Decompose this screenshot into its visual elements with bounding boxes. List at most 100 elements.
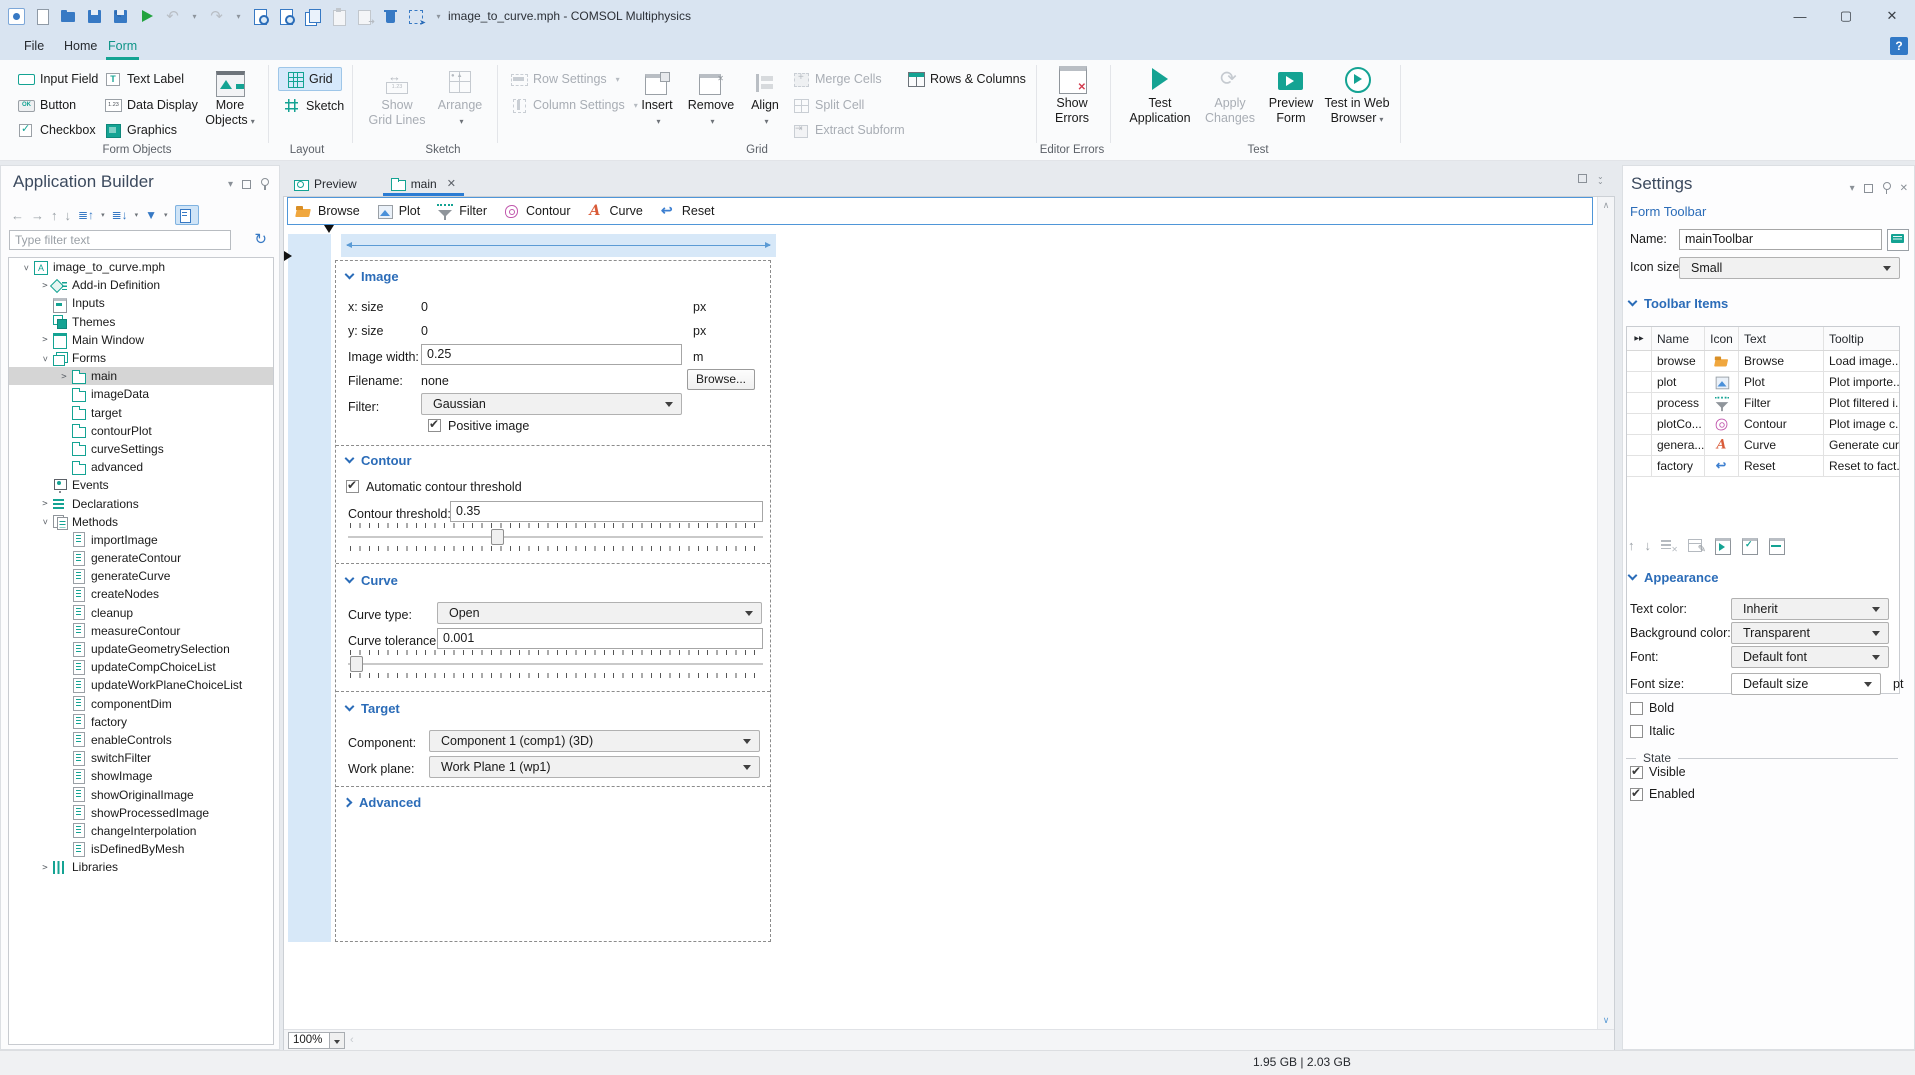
form-toolbar-object[interactable]: Browse Plot Filter Contour A Curve ↩ Res… xyxy=(287,197,1593,225)
tree-item[interactable]: factory xyxy=(9,713,273,731)
ribbon-checkbox[interactable]: Checkbox xyxy=(18,120,96,140)
tree-item[interactable]: target xyxy=(9,404,273,422)
close-tab-icon[interactable]: ✕ xyxy=(447,177,456,190)
move-item-down-icon[interactable]: ↓ xyxy=(1645,538,1652,553)
curve-type-dropdown[interactable]: Open xyxy=(437,602,762,624)
ribbon-data-display[interactable]: Data Display xyxy=(105,95,198,115)
tree-item[interactable]: updateWorkPlaneChoiceList xyxy=(9,676,273,694)
cell-name[interactable]: browse xyxy=(1652,351,1705,371)
positive-image-checkbox[interactable] xyxy=(428,417,441,432)
tree-expander-icon[interactable] xyxy=(38,498,52,509)
font-dropdown[interactable]: Default font xyxy=(1731,646,1889,668)
tab-main[interactable]: main ✕ xyxy=(382,171,465,196)
cell-icon[interactable] xyxy=(1705,351,1739,371)
contour-threshold-field[interactable]: 0.35 xyxy=(450,501,763,522)
collapse-all-icon[interactable]: ≣↑ xyxy=(78,208,94,222)
go-back-icon[interactable]: ← xyxy=(11,208,24,223)
section-appearance[interactable]: Appearance xyxy=(1627,570,1718,585)
run-icon[interactable] xyxy=(138,8,155,25)
help-button[interactable]: ? xyxy=(1890,37,1908,55)
panel-menu-icon[interactable]: ▾ xyxy=(228,179,233,190)
move-up-icon[interactable]: ↑ xyxy=(51,208,58,223)
pin-icon[interactable] xyxy=(1882,182,1891,194)
cell-icon[interactable] xyxy=(1705,435,1739,455)
open-file-icon[interactable] xyxy=(60,8,77,25)
cell-text[interactable]: Contour xyxy=(1739,414,1824,434)
tree-item[interactable]: Methods xyxy=(9,513,273,531)
tree-item[interactable]: main xyxy=(9,367,273,386)
auto-threshold-checkbox[interactable] xyxy=(346,478,359,493)
customize-toolbar-icon[interactable] xyxy=(434,8,443,25)
tree-item[interactable]: enableControls xyxy=(9,731,273,749)
cell-name[interactable]: plot xyxy=(1652,372,1705,392)
curve-tolerance-field[interactable]: 0.001 xyxy=(437,628,763,649)
toolbar-items-row[interactable]: plot Plot Plot importe... xyxy=(1627,372,1899,393)
section-image[interactable]: Image xyxy=(344,269,399,284)
filter-dropdown[interactable]: Gaussian xyxy=(421,393,682,415)
close-button[interactable]: ✕ xyxy=(1869,0,1915,32)
row-marker-icon[interactable] xyxy=(284,251,292,261)
tree-filter-icon[interactable]: ▼ xyxy=(145,208,157,222)
edit-item-icon[interactable] xyxy=(1688,537,1706,555)
ribbon-text-label[interactable]: Text Label xyxy=(105,69,184,89)
italic-checkbox[interactable] xyxy=(1630,725,1643,738)
cell-text[interactable]: Reset xyxy=(1739,456,1824,476)
enabled-checkbox[interactable] xyxy=(1630,786,1643,801)
section-curve[interactable]: Curve xyxy=(344,573,398,588)
row-handle[interactable] xyxy=(1627,372,1652,392)
slider-thumb[interactable] xyxy=(350,656,363,672)
tree-item[interactable]: isDefinedByMesh xyxy=(9,840,273,858)
tree-item[interactable]: showOriginalImage xyxy=(9,785,273,803)
tab-preview[interactable]: Preview xyxy=(286,171,365,196)
tab-form[interactable]: Form xyxy=(104,32,141,60)
tree-item[interactable]: createNodes xyxy=(9,585,273,603)
grid-column-header[interactable] xyxy=(341,234,776,257)
form-toolbar-item[interactable]: Reset xyxy=(660,202,715,219)
tree-item[interactable]: Declarations xyxy=(9,494,273,512)
tree-item[interactable]: cleanup xyxy=(9,604,273,622)
slider-track[interactable] xyxy=(348,663,763,665)
tree-item[interactable]: Events xyxy=(9,476,273,494)
go-forward-icon[interactable]: → xyxy=(31,208,44,223)
tree-item[interactable]: updateGeometrySelection xyxy=(9,640,273,658)
cell-icon[interactable] xyxy=(1705,393,1739,413)
ribbon-input-field[interactable]: Input Field xyxy=(18,69,98,89)
section-advanced[interactable]: Advanced xyxy=(342,795,421,810)
text-color-dropdown[interactable]: Inherit xyxy=(1731,598,1889,620)
ribbon-rows-columns[interactable]: Rows & Columns xyxy=(908,69,1026,89)
row-handle[interactable] xyxy=(1627,435,1652,455)
float-panel-icon[interactable] xyxy=(1863,183,1873,193)
add-toggle-item-icon[interactable] xyxy=(1742,537,1759,555)
slider-thumb[interactable] xyxy=(491,529,504,545)
copy-icon[interactable] xyxy=(304,8,321,26)
tree-expander-icon[interactable] xyxy=(38,334,52,345)
redo-dropdown-icon[interactable] xyxy=(234,8,243,25)
vertical-scrollbar[interactable]: ∧ ∨ xyxy=(1597,197,1614,1029)
cell-tooltip[interactable]: Plot importe... xyxy=(1824,375,1899,389)
row-handle[interactable] xyxy=(1627,351,1652,371)
undo-icon[interactable] xyxy=(164,8,181,25)
cell-name[interactable]: genera... xyxy=(1652,435,1705,455)
add-item-icon[interactable] xyxy=(1715,537,1732,555)
undo-dropdown-icon[interactable] xyxy=(190,8,199,25)
cell-icon[interactable] xyxy=(1705,414,1739,434)
zoom-dropdown-icon[interactable] xyxy=(329,1032,345,1049)
tree-item[interactable]: Inputs xyxy=(9,294,273,313)
slider-track[interactable] xyxy=(348,536,763,538)
tree-item[interactable]: showProcessedImage xyxy=(9,804,273,822)
section-toolbar-items[interactable]: Toolbar Items xyxy=(1627,296,1728,311)
minimize-button[interactable]: — xyxy=(1777,0,1823,32)
cell-tooltip[interactable]: Plot filtered i... xyxy=(1824,396,1899,410)
tree-expander-icon[interactable] xyxy=(38,862,52,873)
tree-item[interactable]: switchFilter xyxy=(9,749,273,767)
component-dropdown[interactable]: Component 1 (comp1) (3D) xyxy=(429,730,760,752)
toolbar-items-row[interactable]: browse Browse Load image... xyxy=(1627,351,1899,372)
background-color-dropdown[interactable]: Transparent xyxy=(1731,622,1889,644)
tree-item[interactable]: Libraries xyxy=(9,858,273,876)
tree-item[interactable]: curveSettings xyxy=(9,440,273,458)
tab-file[interactable]: File xyxy=(20,32,48,60)
add-separator-icon[interactable] xyxy=(1769,537,1786,555)
grid-first-column[interactable] xyxy=(288,234,331,942)
tree-item[interactable]: Themes xyxy=(9,313,273,331)
tree-item[interactable]: image_to_curve.mph xyxy=(9,258,273,276)
